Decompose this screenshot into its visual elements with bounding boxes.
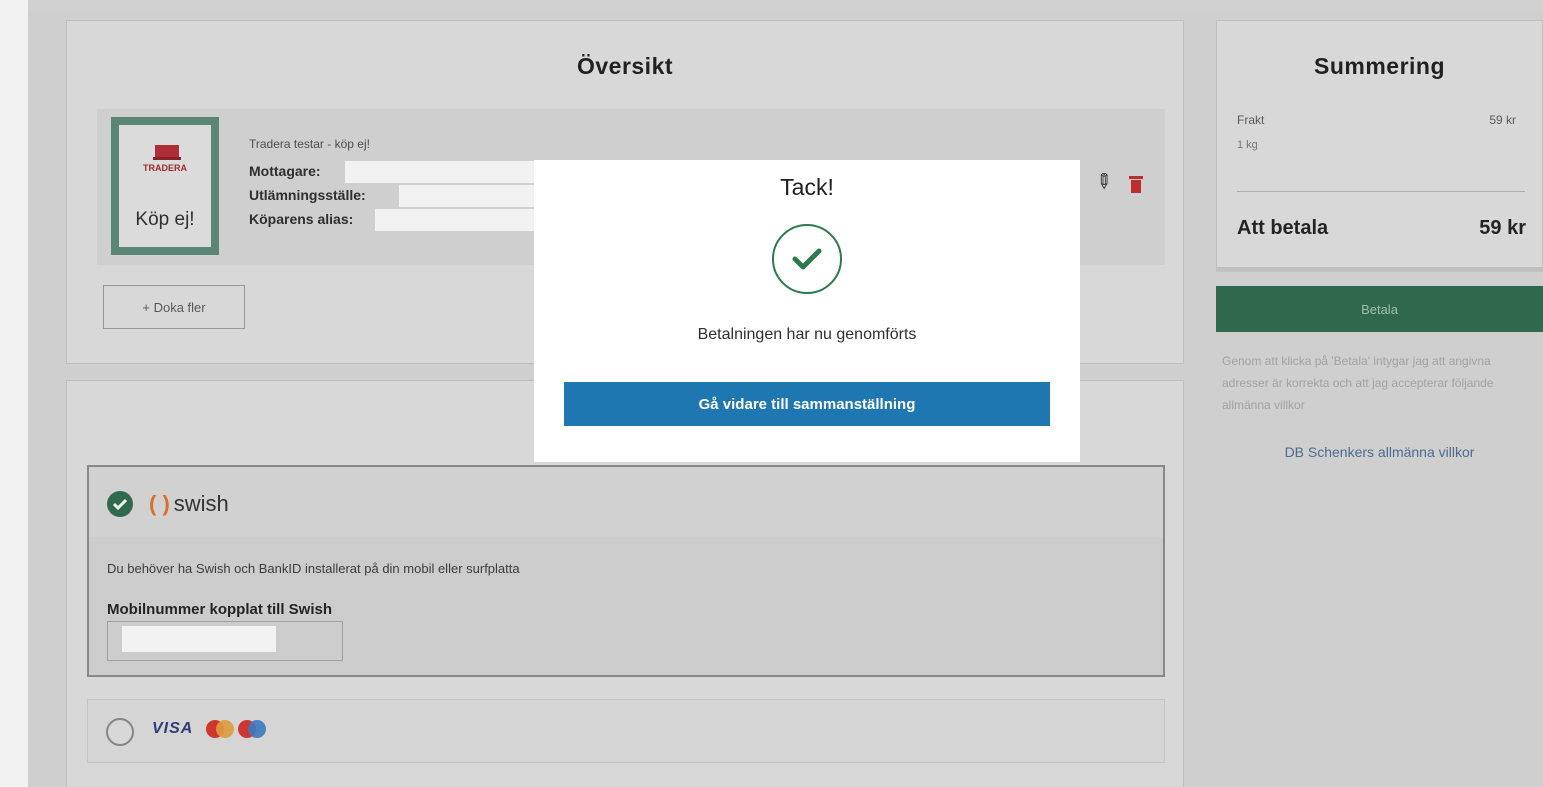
modal-message: Betalningen har nu genomförts [697, 326, 917, 343]
success-check-icon [772, 224, 842, 294]
payment-confirmation-modal: Tack! Betalningen har nu genomförts Gå v… [534, 160, 1080, 462]
continue-to-summary-button[interactable]: Gå vidare till sammanställning [564, 382, 1050, 426]
modal-title: Tack! [780, 174, 834, 200]
